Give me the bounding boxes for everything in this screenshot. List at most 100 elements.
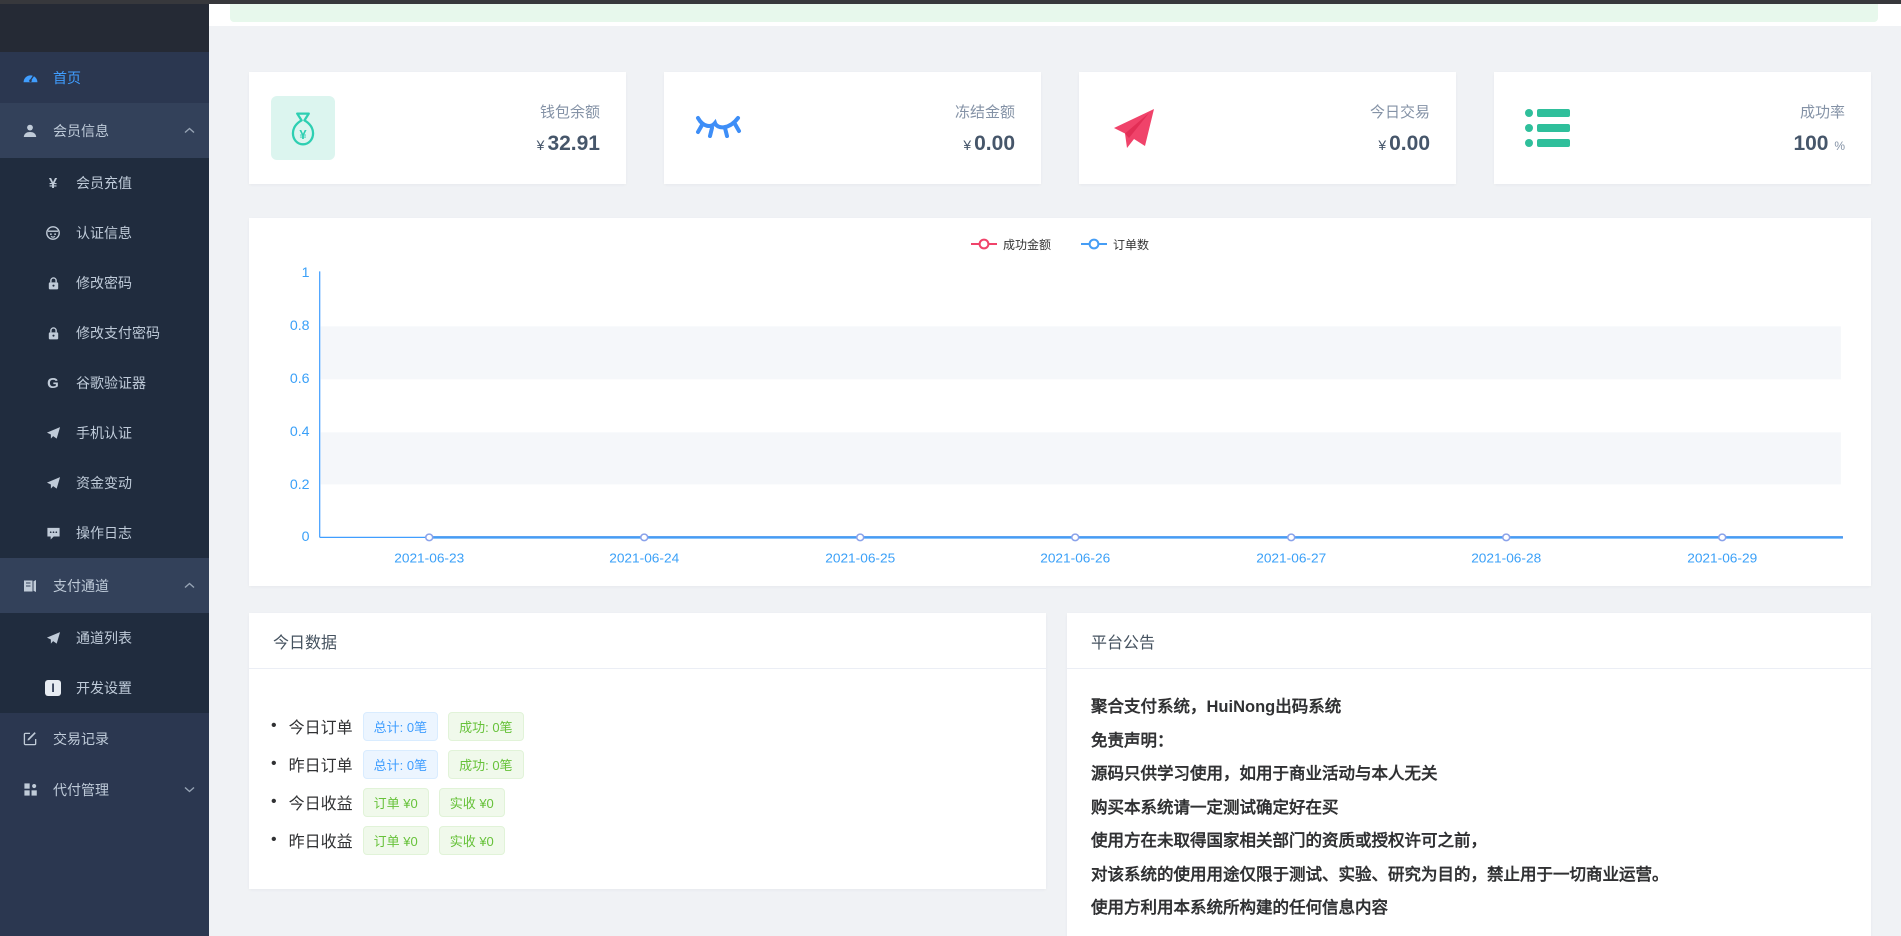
sidebar-item-channel-list[interactable]: 通道列表 <box>0 613 209 663</box>
paper-plane-icon <box>44 474 62 492</box>
panel-title: 今日数据 <box>273 629 337 653</box>
x-label: 2021-06-26 <box>1040 551 1110 566</box>
sidebar-item-label: 谷歌验证器 <box>76 373 146 393</box>
x-label: 2021-06-28 <box>1471 551 1541 566</box>
data-point <box>1288 534 1295 541</box>
sidebar-item-google-authenticator[interactable]: G 谷歌验证器 <box>0 358 209 408</box>
y-tick: 0.4 <box>290 424 310 440</box>
chart-band <box>321 432 1841 484</box>
lock-icon <box>44 324 62 342</box>
sidebar-item-label: 认证信息 <box>76 223 132 243</box>
sidebar-item-operation-log[interactable]: 操作日志 <box>0 508 209 558</box>
sidebar-item-label: 首页 <box>53 68 81 88</box>
announcement-line: 源码只供学习使用，如用于商业活动与本人无关 <box>1091 758 1847 792</box>
panel-title: 平台公告 <box>1091 629 1155 653</box>
app-root: 首页 会员信息 ¥ 会员充值 认证信息 修改密码 <box>0 0 1901 936</box>
y-tick: 1 <box>302 265 310 281</box>
sidebar-item-auth-info[interactable]: 认证信息 <box>0 208 209 258</box>
dashboard-icon <box>21 69 39 87</box>
announcement-text: 聚合支付系统，HuiNong出码系统 免责声明： 源码只供学习使用，如用于商业活… <box>1067 669 1871 926</box>
sidebar-item-label: 手机认证 <box>76 423 132 443</box>
closed-eye-icon <box>686 96 750 160</box>
sidebar-item-label: 交易记录 <box>53 729 109 749</box>
data-point <box>1503 534 1510 541</box>
chart-legend: 成功金额 订单数 <box>269 232 1851 256</box>
chart-band <box>321 326 1841 379</box>
panel-header: 平台公告 <box>1067 613 1871 669</box>
x-label: 2021-06-25 <box>825 551 895 566</box>
announcement-line: 购买本系统请一定测试确定好在买 <box>1091 792 1847 826</box>
paper-plane-icon <box>44 424 62 442</box>
stat-title: 成功率 <box>1793 101 1845 122</box>
x-label: 2021-06-29 <box>1687 551 1757 566</box>
y-tick: 0.6 <box>290 371 310 387</box>
orders-chart-card: 成功金额 订单数 1 0.8 0.6 0.4 0.2 <box>249 218 1871 586</box>
sidebar-item-transaction-records[interactable]: 交易记录 <box>0 713 209 764</box>
legend-item-success-amount[interactable]: 成功金额 <box>971 236 1051 253</box>
sidebar-item-home[interactable]: 首页 <box>0 52 209 103</box>
platform-announcement-panel: 平台公告 聚合支付系统，HuiNong出码系统 免责声明： 源码只供学习使用，如… <box>1067 613 1871 936</box>
sidebar-item-dev-settings[interactable]: I 开发设置 <box>0 663 209 713</box>
sidebar-item-member-recharge[interactable]: ¥ 会员充值 <box>0 158 209 208</box>
sidebar-section-member-info[interactable]: 会员信息 <box>0 103 209 158</box>
sidebar-item-change-pay-password[interactable]: 修改支付密码 <box>0 308 209 358</box>
today-data-list: 今日订单 总计: 0笔 成功: 0笔 昨日订单 总计: 0笔 成功: 0笔 今日… <box>249 669 1046 853</box>
sidebar-item-label: 资金变动 <box>76 473 132 493</box>
announcement-line: 免责声明： <box>1091 725 1847 759</box>
sidebar-item-change-password[interactable]: 修改密码 <box>0 258 209 308</box>
status-badge: 订单 ¥0 <box>363 826 429 855</box>
bottom-panels: 今日数据 今日订单 总计: 0笔 成功: 0笔 昨日订单 总计: 0笔 成功: … <box>249 613 1871 936</box>
sidebar-item-fund-changes[interactable]: 资金变动 <box>0 458 209 508</box>
lock-icon <box>44 274 62 292</box>
list-item: 今日订单 总计: 0笔 成功: 0笔 <box>271 713 1046 739</box>
stat-value: ¥0.00 <box>955 132 1015 156</box>
chevron-up-icon <box>184 582 195 589</box>
x-label: 2021-06-27 <box>1256 551 1326 566</box>
sidebar-section-payment-channel[interactable]: 支付通道 <box>0 558 209 613</box>
money-bag-icon: ¥ <box>271 96 335 160</box>
announcement-line: 使用方利用本系统所构建的任何信息内容 <box>1091 892 1847 926</box>
stat-title: 冻结金额 <box>955 101 1015 122</box>
line-chart: 1 0.8 0.6 0.4 0.2 0 2021-06-23 <box>269 256 1851 574</box>
legend-label: 成功金额 <box>1003 236 1051 253</box>
legend-item-order-count[interactable]: 订单数 <box>1081 236 1149 253</box>
announcement-line: 对该系统的使用用途仅限于测试、实验、研究为目的，禁止用于一切商业运营。 <box>1091 859 1847 893</box>
sidebar-logo-area <box>0 0 209 52</box>
row-label: 昨日订单 <box>289 752 353 776</box>
stat-title: 钱包余额 <box>537 101 600 122</box>
sidebar-item-label: 代付管理 <box>53 780 109 800</box>
row-label: 今日收益 <box>289 790 353 814</box>
legend-marker-blue <box>1081 238 1107 250</box>
sidebar-item-label: 开发设置 <box>76 678 132 698</box>
y-tick: 0.2 <box>290 477 310 493</box>
sidebar: 首页 会员信息 ¥ 会员充值 认证信息 修改密码 <box>0 0 209 936</box>
panel-header: 今日数据 <box>249 613 1046 669</box>
legend-label: 订单数 <box>1113 236 1149 253</box>
list-item: 昨日订单 总计: 0笔 成功: 0笔 <box>271 751 1046 777</box>
stat-card-today-transactions: 今日交易 ¥0.00 <box>1079 72 1456 184</box>
stat-card-frozen-amount: 冻结金额 ¥0.00 <box>664 72 1041 184</box>
data-point <box>857 534 864 541</box>
y-tick: 0.8 <box>290 318 310 334</box>
legend-marker-pink <box>971 238 997 250</box>
id-face-icon <box>44 224 62 242</box>
sidebar-item-label: 支付通道 <box>53 576 109 596</box>
data-point <box>426 534 433 541</box>
comment-icon <box>44 524 62 542</box>
status-badge: 成功: 0笔 <box>448 712 523 741</box>
edit-icon <box>21 730 39 748</box>
chevron-up-icon <box>184 127 195 134</box>
stat-cards-row: ¥ 钱包余额 ¥32.91 冻结金额 ¥0.00 <box>249 72 1871 184</box>
sidebar-item-label: 操作日志 <box>76 523 132 543</box>
sidebar-item-phone-auth[interactable]: 手机认证 <box>0 408 209 458</box>
stat-value: ¥32.91 <box>537 132 600 156</box>
today-data-panel: 今日数据 今日订单 总计: 0笔 成功: 0笔 昨日订单 总计: 0笔 成功: … <box>249 613 1046 889</box>
paper-plane-icon <box>44 629 62 647</box>
terminal-icon: I <box>44 679 62 697</box>
y-tick: 0 <box>302 529 310 545</box>
sidebar-section-payout-management[interactable]: 代付管理 <box>0 764 209 815</box>
sidebar-item-label: 会员信息 <box>53 121 109 141</box>
google-icon: G <box>44 374 62 392</box>
chevron-down-icon <box>184 786 195 793</box>
data-point <box>1072 534 1079 541</box>
